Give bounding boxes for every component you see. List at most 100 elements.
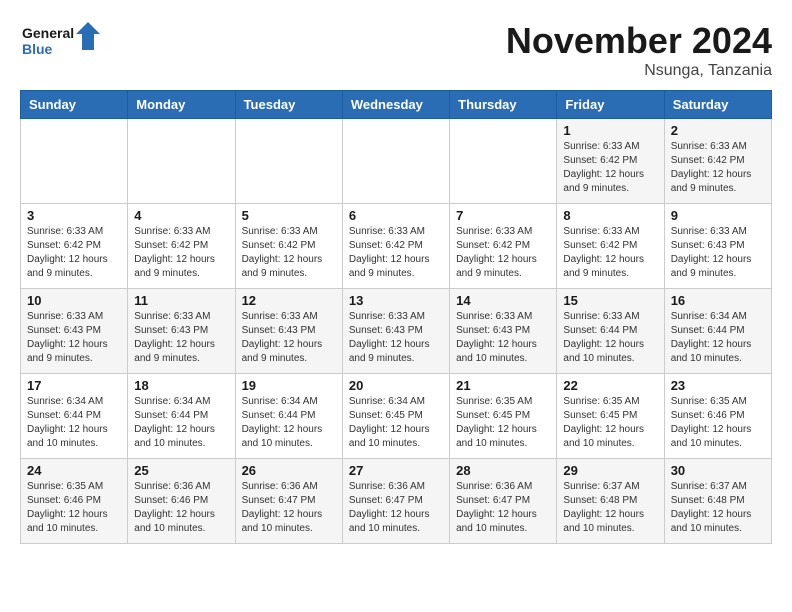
day-info: Sunrise: 6:35 AM Sunset: 6:45 PM Dayligh… xyxy=(563,395,657,451)
day-info: Sunrise: 6:33 AM Sunset: 6:43 PM Dayligh… xyxy=(349,310,443,366)
calendar-cell: 28 Sunrise: 6:36 AM Sunset: 6:47 PM Dayli… xyxy=(450,459,557,544)
calendar-cell: 10 Sunrise: 6:33 AM Sunset: 6:43 PM Dayli… xyxy=(21,289,128,374)
calendar-cell: 30Sunrise: 6:37 AM Sunset: 6:48 PM Dayli… xyxy=(664,459,771,544)
calendar-cell: 7 Sunrise: 6:33 AM Sunset: 6:42 PM Daylig… xyxy=(450,204,557,289)
day-number: 18 xyxy=(134,378,228,393)
day-number: 15 xyxy=(563,293,657,308)
weekday-header-monday: Monday xyxy=(128,91,235,119)
weekday-header-thursday: Thursday xyxy=(450,91,557,119)
calendar-cell xyxy=(450,119,557,204)
calendar-cell: 11 Sunrise: 6:33 AM Sunset: 6:43 PM Dayli… xyxy=(128,289,235,374)
svg-text:Blue: Blue xyxy=(22,41,53,57)
day-info: Sunrise: 6:34 AM Sunset: 6:44 PM Dayligh… xyxy=(242,395,336,451)
day-info: Sunrise: 6:33 AM Sunset: 6:42 PM Dayligh… xyxy=(563,140,657,196)
month-title: November 2024 xyxy=(506,20,772,62)
day-number: 7 xyxy=(456,208,550,223)
calendar-cell: 21Sunrise: 6:35 AM Sunset: 6:45 PM Dayli… xyxy=(450,374,557,459)
day-info: Sunrise: 6:34 AM Sunset: 6:44 PM Dayligh… xyxy=(134,395,228,451)
day-info: Sunrise: 6:33 AM Sunset: 6:43 PM Dayligh… xyxy=(242,310,336,366)
day-number: 2 xyxy=(671,123,765,138)
day-number: 22 xyxy=(563,378,657,393)
day-info: Sunrise: 6:33 AM Sunset: 6:43 PM Dayligh… xyxy=(134,310,228,366)
day-info: Sunrise: 6:33 AM Sunset: 6:42 PM Dayligh… xyxy=(671,140,765,196)
calendar-cell: 1 Sunrise: 6:33 AM Sunset: 6:42 PM Daylig… xyxy=(557,119,664,204)
day-number: 10 xyxy=(27,293,121,308)
day-info: Sunrise: 6:34 AM Sunset: 6:44 PM Dayligh… xyxy=(27,395,121,451)
day-info: Sunrise: 6:33 AM Sunset: 6:43 PM Dayligh… xyxy=(456,310,550,366)
day-info: Sunrise: 6:33 AM Sunset: 6:44 PM Dayligh… xyxy=(563,310,657,366)
logo: General Blue xyxy=(20,20,100,65)
day-number: 4 xyxy=(134,208,228,223)
day-number: 26 xyxy=(242,463,336,478)
day-info: Sunrise: 6:33 AM Sunset: 6:42 PM Dayligh… xyxy=(349,225,443,281)
calendar-cell: 17Sunrise: 6:34 AM Sunset: 6:44 PM Dayli… xyxy=(21,374,128,459)
day-info: Sunrise: 6:35 AM Sunset: 6:45 PM Dayligh… xyxy=(456,395,550,451)
calendar-cell: 5 Sunrise: 6:33 AM Sunset: 6:42 PM Daylig… xyxy=(235,204,342,289)
calendar-cell: 6 Sunrise: 6:33 AM Sunset: 6:42 PM Daylig… xyxy=(342,204,449,289)
calendar-week-row-5: 24Sunrise: 6:35 AM Sunset: 6:46 PM Dayli… xyxy=(21,459,772,544)
calendar-week-row-2: 3 Sunrise: 6:33 AM Sunset: 6:42 PM Daylig… xyxy=(21,204,772,289)
calendar-cell: 22 Sunrise: 6:35 AM Sunset: 6:45 PM Dayli… xyxy=(557,374,664,459)
day-info: Sunrise: 6:33 AM Sunset: 6:42 PM Dayligh… xyxy=(456,225,550,281)
calendar-cell: 14 Sunrise: 6:33 AM Sunset: 6:43 PM Dayli… xyxy=(450,289,557,374)
calendar-cell: 26 Sunrise: 6:36 AM Sunset: 6:47 PM Dayli… xyxy=(235,459,342,544)
day-info: Sunrise: 6:36 AM Sunset: 6:47 PM Dayligh… xyxy=(456,480,550,536)
calendar-week-row-1: 1 Sunrise: 6:33 AM Sunset: 6:42 PM Daylig… xyxy=(21,119,772,204)
day-number: 16 xyxy=(671,293,765,308)
day-info: Sunrise: 6:35 AM Sunset: 6:46 PM Dayligh… xyxy=(671,395,765,451)
calendar-cell: 2 Sunrise: 6:33 AM Sunset: 6:42 PM Daylig… xyxy=(664,119,771,204)
calendar-cell xyxy=(128,119,235,204)
day-number: 11 xyxy=(134,293,228,308)
calendar-cell: 13Sunrise: 6:33 AM Sunset: 6:43 PM Dayli… xyxy=(342,289,449,374)
day-number: 29 xyxy=(563,463,657,478)
day-info: Sunrise: 6:34 AM Sunset: 6:45 PM Dayligh… xyxy=(349,395,443,451)
svg-text:General: General xyxy=(22,25,74,41)
weekday-header-tuesday: Tuesday xyxy=(235,91,342,119)
day-number: 8 xyxy=(563,208,657,223)
day-info: Sunrise: 6:33 AM Sunset: 6:43 PM Dayligh… xyxy=(671,225,765,281)
day-info: Sunrise: 6:33 AM Sunset: 6:42 PM Dayligh… xyxy=(134,225,228,281)
day-info: Sunrise: 6:36 AM Sunset: 6:46 PM Dayligh… xyxy=(134,480,228,536)
day-number: 12 xyxy=(242,293,336,308)
calendar-cell: 20 Sunrise: 6:34 AM Sunset: 6:45 PM Dayli… xyxy=(342,374,449,459)
day-info: Sunrise: 6:33 AM Sunset: 6:42 PM Dayligh… xyxy=(242,225,336,281)
calendar-cell: 8 Sunrise: 6:33 AM Sunset: 6:42 PM Daylig… xyxy=(557,204,664,289)
calendar-cell: 27 Sunrise: 6:36 AM Sunset: 6:47 PM Dayli… xyxy=(342,459,449,544)
day-number: 19 xyxy=(242,378,336,393)
calendar-cell: 25Sunrise: 6:36 AM Sunset: 6:46 PM Dayli… xyxy=(128,459,235,544)
day-info: Sunrise: 6:36 AM Sunset: 6:47 PM Dayligh… xyxy=(349,480,443,536)
title-area: November 2024 Nsunga, Tanzania xyxy=(506,20,772,80)
weekday-header-row: SundayMondayTuesdayWednesdayThursdayFrid… xyxy=(21,91,772,119)
calendar-cell: 18 Sunrise: 6:34 AM Sunset: 6:44 PM Dayli… xyxy=(128,374,235,459)
day-number: 14 xyxy=(456,293,550,308)
calendar-cell: 24Sunrise: 6:35 AM Sunset: 6:46 PM Dayli… xyxy=(21,459,128,544)
calendar-cell: 29 Sunrise: 6:37 AM Sunset: 6:48 PM Dayli… xyxy=(557,459,664,544)
day-number: 1 xyxy=(563,123,657,138)
calendar-cell xyxy=(235,119,342,204)
day-number: 5 xyxy=(242,208,336,223)
day-info: Sunrise: 6:37 AM Sunset: 6:48 PM Dayligh… xyxy=(671,480,765,536)
day-number: 6 xyxy=(349,208,443,223)
calendar-cell: 19 Sunrise: 6:34 AM Sunset: 6:44 PM Dayli… xyxy=(235,374,342,459)
header: General Blue November 2024 Nsunga, Tanza… xyxy=(20,20,772,80)
calendar-cell xyxy=(21,119,128,204)
weekday-header-saturday: Saturday xyxy=(664,91,771,119)
calendar-table: SundayMondayTuesdayWednesdayThursdayFrid… xyxy=(20,90,772,544)
day-number: 20 xyxy=(349,378,443,393)
calendar-cell: 12 Sunrise: 6:33 AM Sunset: 6:43 PM Dayli… xyxy=(235,289,342,374)
day-info: Sunrise: 6:37 AM Sunset: 6:48 PM Dayligh… xyxy=(563,480,657,536)
calendar-cell: 23 Sunrise: 6:35 AM Sunset: 6:46 PM Dayli… xyxy=(664,374,771,459)
calendar-week-row-3: 10 Sunrise: 6:33 AM Sunset: 6:43 PM Dayli… xyxy=(21,289,772,374)
calendar-cell: 3 Sunrise: 6:33 AM Sunset: 6:42 PM Daylig… xyxy=(21,204,128,289)
day-number: 28 xyxy=(456,463,550,478)
day-number: 3 xyxy=(27,208,121,223)
day-info: Sunrise: 6:33 AM Sunset: 6:42 PM Dayligh… xyxy=(27,225,121,281)
day-info: Sunrise: 6:33 AM Sunset: 6:42 PM Dayligh… xyxy=(563,225,657,281)
location-title: Nsunga, Tanzania xyxy=(506,62,772,80)
day-info: Sunrise: 6:33 AM Sunset: 6:43 PM Dayligh… xyxy=(27,310,121,366)
day-number: 27 xyxy=(349,463,443,478)
day-number: 23 xyxy=(671,378,765,393)
calendar-cell: 4 Sunrise: 6:33 AM Sunset: 6:42 PM Daylig… xyxy=(128,204,235,289)
day-info: Sunrise: 6:36 AM Sunset: 6:47 PM Dayligh… xyxy=(242,480,336,536)
calendar-week-row-4: 17Sunrise: 6:34 AM Sunset: 6:44 PM Dayli… xyxy=(21,374,772,459)
